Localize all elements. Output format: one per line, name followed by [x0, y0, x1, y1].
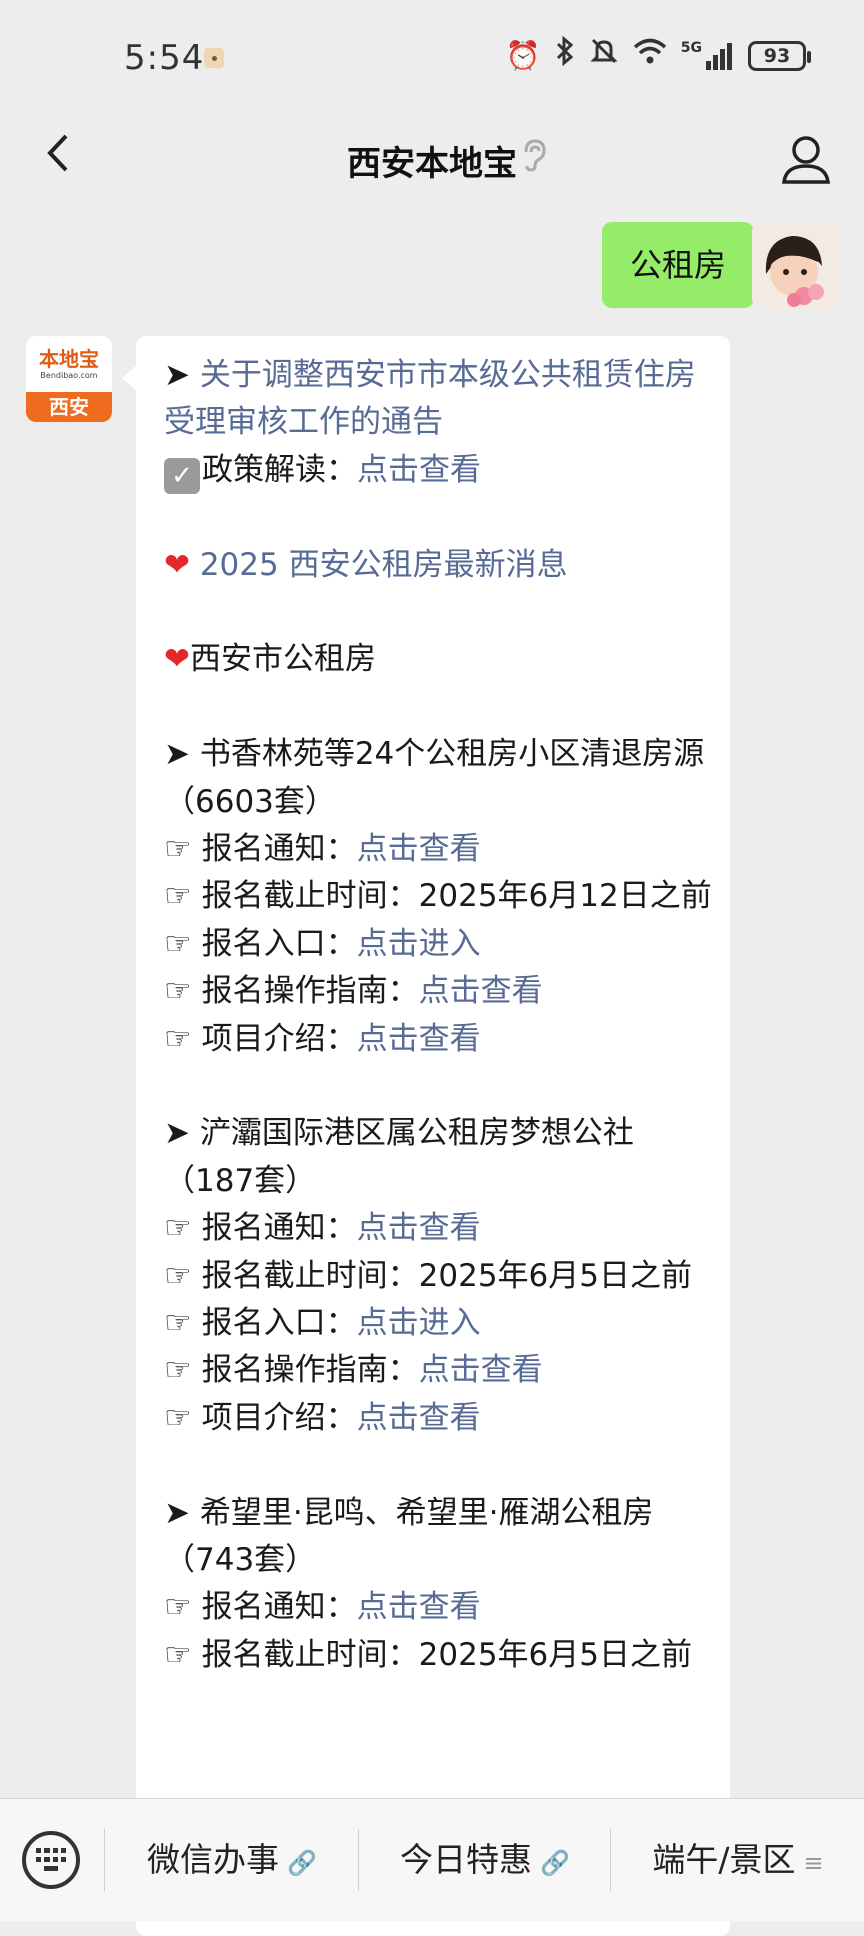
message-link[interactable]: 点击查看: [357, 1210, 481, 1246]
chat-title: 西安本地宝: [347, 144, 517, 184]
alarm-icon: ⏰: [505, 39, 541, 72]
message-text: ➤ 希望里·昆鸣、希望里·雁湖公租房（743套）: [164, 1494, 654, 1579]
message-text: ☞ 报名入口：: [164, 925, 357, 962]
user-avatar[interactable]: [752, 222, 838, 308]
status-bar: 5:54 ⏰ 5G 93: [0, 0, 864, 110]
menu-divider: [104, 1829, 105, 1891]
notification-icon: [204, 48, 224, 68]
logo-name: 本地宝: [39, 347, 99, 371]
menu-item-daily-deals[interactable]: 今日特惠 🔗: [360, 1799, 610, 1921]
message-link[interactable]: 点击进入: [357, 926, 481, 962]
bluetooth-icon: [555, 35, 575, 77]
message-link[interactable]: 点击查看: [357, 452, 481, 488]
logo-url: Bendibao.com: [40, 371, 98, 380]
message-text: ➤: [164, 357, 200, 393]
message-text: ☞ 报名通知：: [164, 831, 357, 868]
status-icons: ⏰ 5G 93: [505, 35, 811, 77]
signal-icon: 5G: [681, 41, 734, 71]
nav-bar: 西安本地宝: [0, 110, 864, 210]
message-link[interactable]: 点击进入: [357, 1305, 481, 1341]
message-line: ❤ 2025 西安公租房最新消息: [164, 542, 712, 589]
message-link[interactable]: 点击查看: [357, 1400, 481, 1436]
message-text: ☞ 报名通知：: [164, 1589, 357, 1626]
bot-avatar[interactable]: 本地宝 Bendibao.com 西安: [26, 336, 112, 422]
message-link[interactable]: 点击查看: [357, 1021, 481, 1057]
message-line: ☞ 报名入口：点击进入: [164, 1300, 712, 1347]
child-photo-icon: [752, 222, 838, 308]
message-text: 政策解读：: [202, 451, 357, 488]
incoming-message: ➤ 关于调整西安市市本级公共租赁住房受理审核工作的通告 ✓ 政策解读：点击查看 ❤ 2…: [122, 336, 730, 1936]
menu-item-label: 端午/景区: [652, 1840, 796, 1879]
message-line: ➤ 浐灞国际港区属公租房梦想公社（187套）: [164, 1110, 712, 1205]
message-link[interactable]: 点击查看: [357, 1589, 481, 1625]
message-text: ☞ 报名截止时间：2025年6月12日之前: [164, 878, 712, 915]
mute-icon: [589, 36, 619, 77]
message-line: ☞ 报名操作指南：点击查看: [164, 1347, 712, 1394]
menu-item-label: 微信办事: [147, 1840, 280, 1879]
message-text: ☞ 报名入口：: [164, 1305, 357, 1342]
link-icon: 🔗: [540, 1849, 570, 1877]
message-text: ☞ 报名操作指南：: [164, 1352, 419, 1389]
message-line: ☞ 报名通知：点击查看: [164, 1584, 712, 1631]
message-text: ☞ 项目介绍：: [164, 1399, 357, 1436]
message-line: ☞ 报名截止时间：2025年6月5日之前: [164, 1632, 712, 1679]
message-link[interactable]: 2025 西安公租房最新消息: [190, 547, 568, 583]
message-line: ☞ 报名入口：点击进入: [164, 921, 712, 968]
message-line: ☞ 报名截止时间：2025年6月5日之前: [164, 1253, 712, 1300]
message-line: ➤ 书香林苑等24个公租房小区清退房源（6603套）: [164, 731, 712, 826]
link-icon: 🔗: [287, 1849, 317, 1877]
menu-item-wechat-service[interactable]: 微信办事 🔗: [106, 1799, 358, 1921]
network-type: 5G: [680, 40, 702, 56]
profile-button[interactable]: [774, 128, 838, 192]
message-link[interactable]: 点击查看: [419, 973, 543, 1009]
checkbox-icon: ✓: [164, 457, 200, 494]
message-link[interactable]: 关于调整西安市市本级公共租赁住房受理审核工作的通告: [164, 357, 696, 440]
menu-item-label: 今日特惠: [400, 1840, 533, 1879]
message-line: ☞ 报名通知：点击查看: [164, 826, 712, 873]
message-line: ➤ 希望里·昆鸣、希望里·雁湖公租房（743套）: [164, 1490, 712, 1585]
person-icon: [782, 136, 830, 184]
message-line: ☞ 报名操作指南：点击查看: [164, 968, 712, 1015]
keyboard-icon: [36, 1848, 66, 1872]
message-line: ☞ 项目介绍：点击查看: [164, 1016, 712, 1063]
battery-indicator: 93: [748, 41, 811, 71]
menu-divider: [610, 1829, 611, 1891]
message-text: ☞ 报名截止时间：2025年6月5日之前: [164, 1257, 692, 1294]
ear-icon: [520, 138, 548, 180]
message-text: 西安市公租房: [189, 641, 376, 678]
message-line: ➤ 关于调整西安市市本级公共租赁住房受理审核工作的通告: [164, 352, 712, 447]
keyboard-toggle-button[interactable]: [22, 1831, 80, 1889]
message-body: ➤ 关于调整西安市市本级公共租赁住房受理审核工作的通告 ✓ 政策解读：点击查看 ❤ 2…: [164, 352, 712, 1679]
message-text: ☞ 报名操作指南：: [164, 973, 419, 1010]
heart-icon: ❤: [164, 546, 190, 583]
logo-city: 西安: [26, 392, 112, 422]
message-line: ☞ 报名通知：点击查看: [164, 1205, 712, 1252]
status-time: 5:54: [124, 38, 205, 78]
message-line: ☞ 报名截止时间：2025年6月12日之前: [164, 873, 712, 920]
bottom-menu: 微信办事 🔗 今日特惠 🔗 端午/景区 ≡: [0, 1798, 864, 1921]
wifi-icon: [633, 36, 667, 76]
menu-item-festival-scenic[interactable]: 端午/景区 ≡: [612, 1799, 864, 1921]
message-text: ➤ 浐灞国际港区属公租房梦想公社（187套）: [164, 1115, 634, 1199]
message-text: ☞ 报名通知：: [164, 1210, 357, 1247]
message-text: ☞ 项目介绍：: [164, 1020, 357, 1057]
menu-lines-icon: ≡: [803, 1849, 824, 1877]
message-link[interactable]: 点击查看: [419, 1352, 543, 1388]
message-text: ➤ 书香林苑等24个公租房小区清退房源（6603套）: [164, 736, 705, 820]
outgoing-message[interactable]: 公租房: [601, 222, 769, 308]
bendibao-logo: 本地宝 Bendibao.com: [26, 336, 112, 392]
message-text: ☞ 报名截止时间：2025年6月5日之前: [164, 1636, 692, 1673]
menu-divider: [358, 1829, 359, 1891]
message-line: ❤西安市公租房: [164, 636, 712, 683]
heart-icon: ❤: [164, 641, 190, 678]
message-line: ☞ 项目介绍：点击查看: [164, 1395, 712, 1442]
message-line: ✓ 政策解读：点击查看: [164, 447, 712, 494]
message-link[interactable]: 点击查看: [357, 831, 481, 867]
